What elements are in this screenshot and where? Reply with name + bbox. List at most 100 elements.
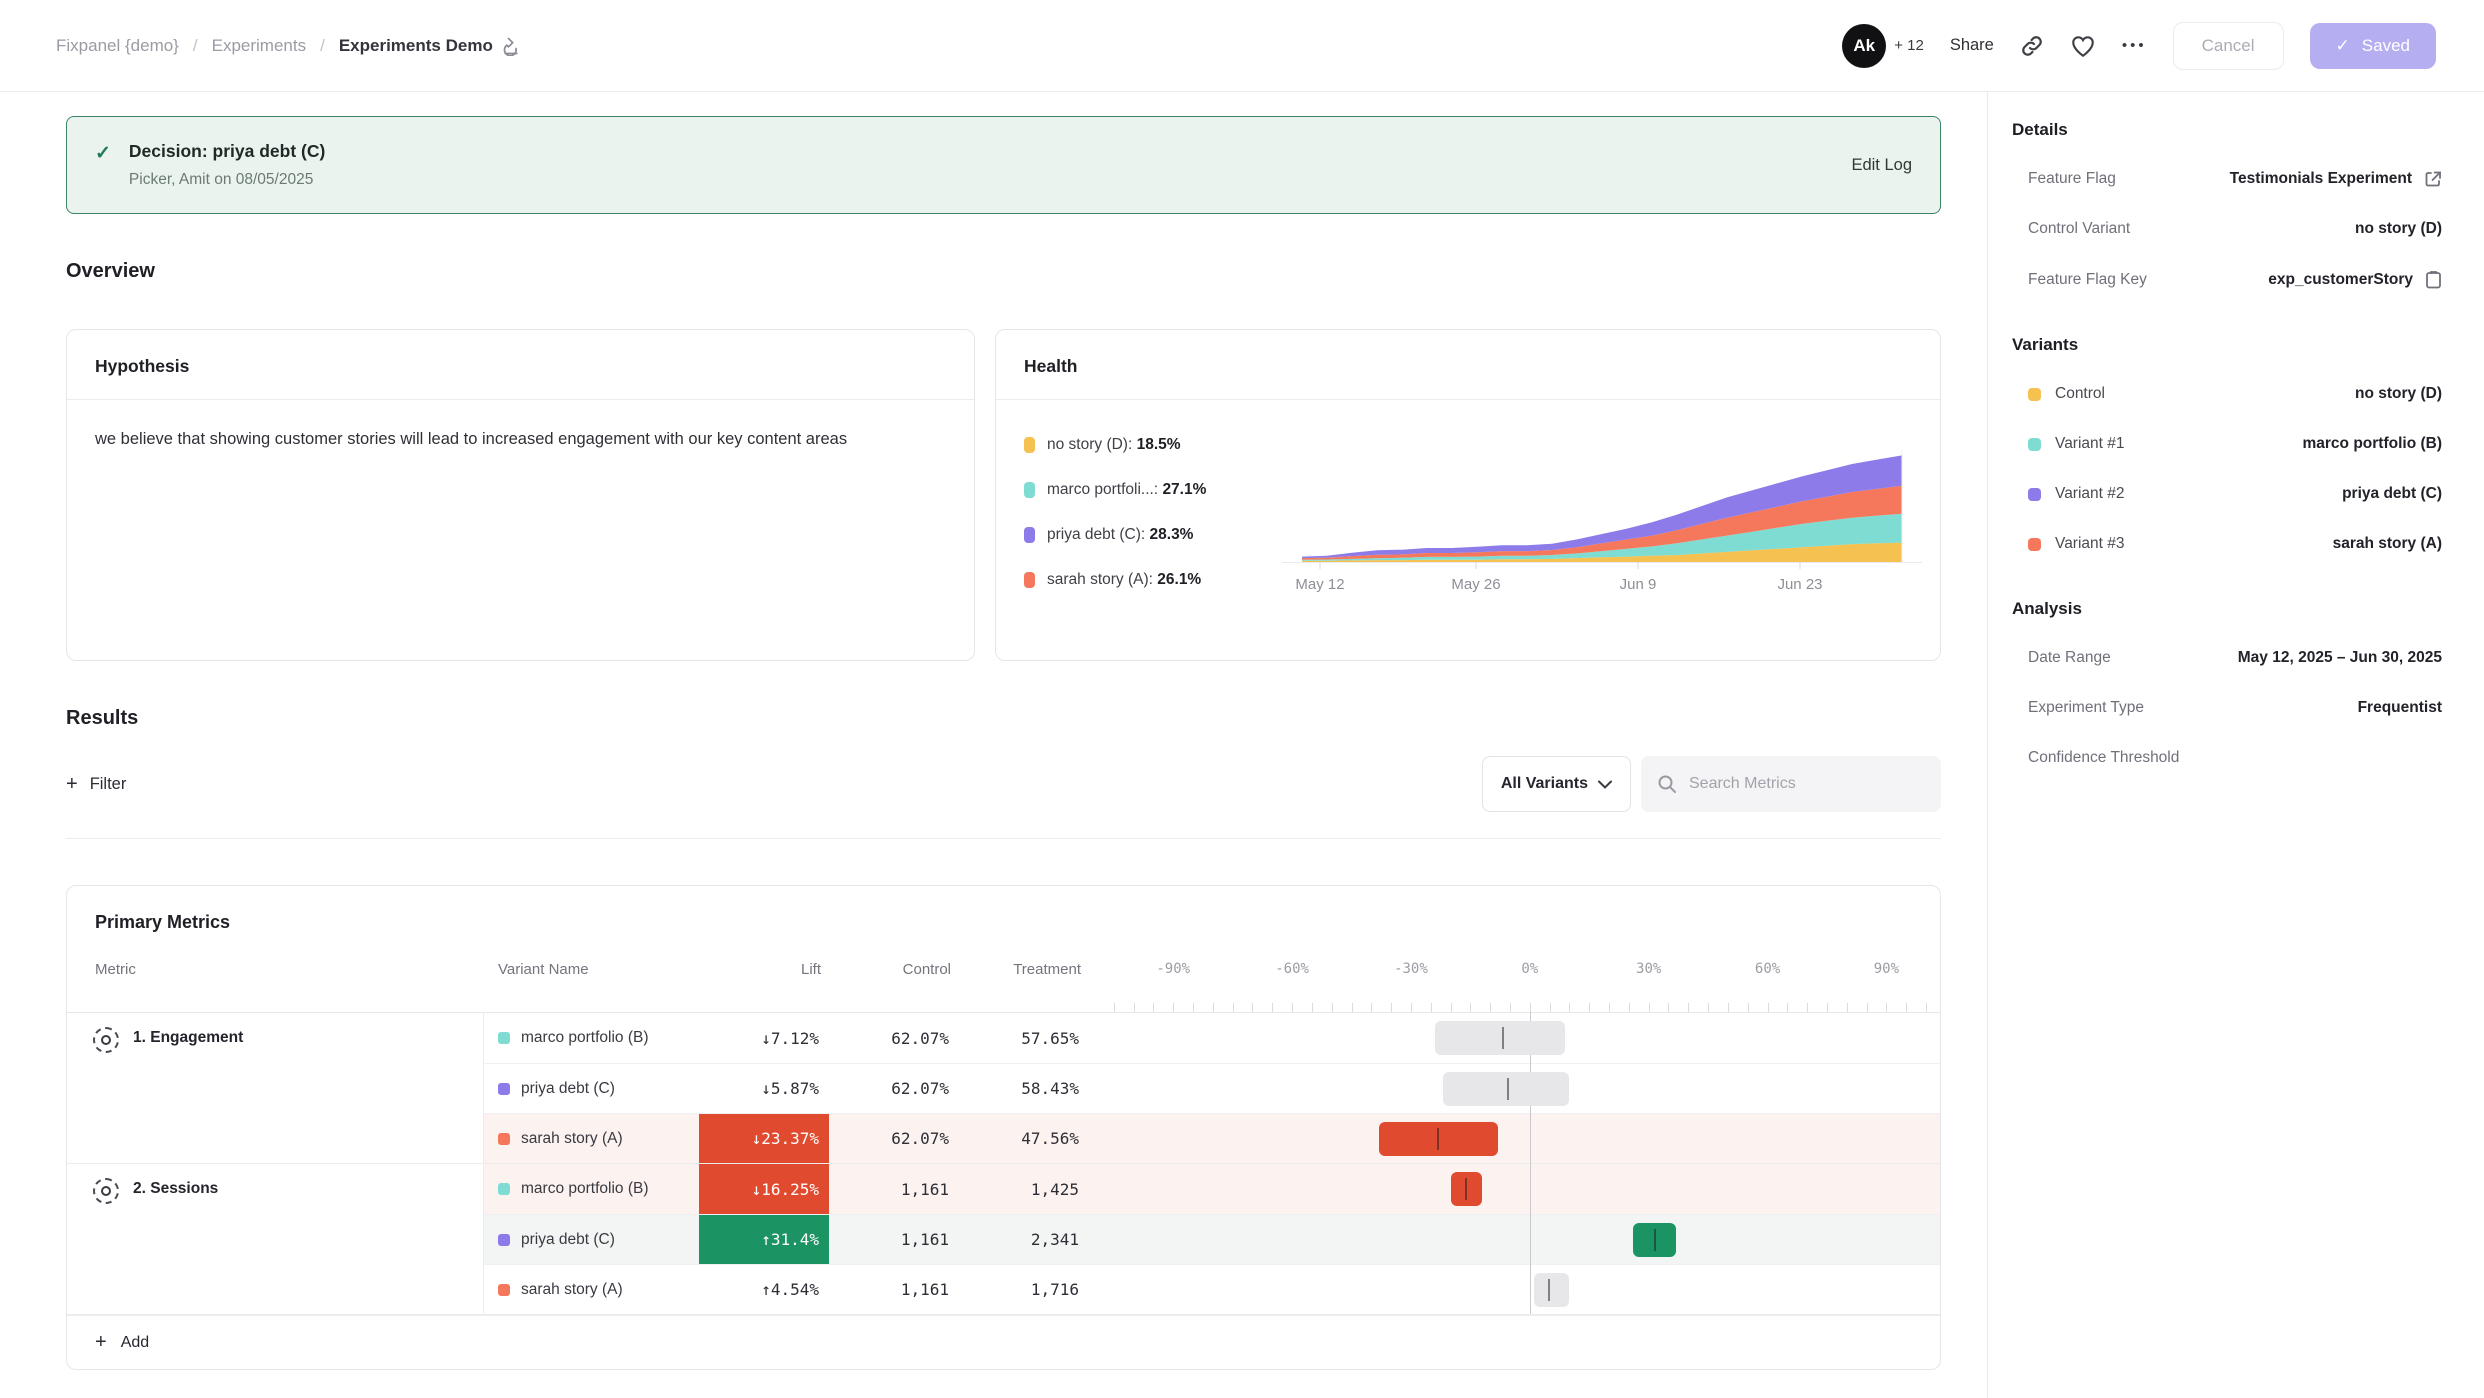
legend-item: priya debt (C): 28.3% [1024, 526, 1282, 544]
variant-swatch [498, 1234, 510, 1246]
metric-cell[interactable]: 2. Sessions [67, 1164, 484, 1314]
metric-name: 1. Engagement [133, 1029, 243, 1047]
results-divider [66, 838, 1941, 839]
legend-item: marco portfoli...: 27.1% [1024, 481, 1282, 499]
page-title-text: Experiments Demo [339, 36, 493, 56]
health-card-header: Health [996, 330, 1940, 400]
axis-tick-label: -30% [1394, 961, 1428, 977]
variant-swatch [498, 1083, 510, 1095]
metric-group-engagement: 1. Engagement marco portfolio (B) ↓7.12%… [67, 1013, 1940, 1164]
axis-tick-strip [1089, 1000, 1940, 1012]
detail-row-feature-flag-key: Feature Flag Key exp_customerStory [2028, 270, 2442, 289]
table-row[interactable]: marco portfolio (B) ↓7.12% 62.07% 57.65% [484, 1013, 1940, 1063]
share-button[interactable]: Share [1950, 36, 1994, 55]
clipboard-copy-icon[interactable] [2425, 270, 2442, 289]
decision-text: Decision: priya debt (C) Picker, Amit on… [129, 141, 1852, 189]
analysis-label: Experiment Type [2028, 699, 2144, 717]
variant-cell: marco portfolio (B) [484, 1164, 699, 1214]
confidence-interval-cell [1089, 1013, 1940, 1063]
detail-row-control-variant: Control Variant no story (D) [2028, 220, 2442, 238]
table-row[interactable]: priya debt (C) ↓5.87% 62.07% 58.43% [484, 1063, 1940, 1113]
collaborators[interactable]: Ak + 12 [1842, 24, 1924, 68]
add-label: Add [121, 1334, 149, 1352]
confidence-interval-cell [1089, 1164, 1940, 1214]
table-row[interactable]: priya debt (C) ↑31.4% 1,161 2,341 [484, 1214, 1940, 1264]
decision-title: Decision: priya debt (C) [129, 141, 1852, 162]
add-filter-button[interactable]: + Filter [66, 773, 126, 796]
external-link-icon[interactable] [2424, 170, 2442, 188]
search-icon [1657, 774, 1677, 794]
results-toolbar: + Filter All Variants [66, 756, 1941, 812]
edit-log-button[interactable]: Edit Log [1851, 156, 1912, 175]
analysis-value: May 12, 2025 – Jun 30, 2025 [2238, 649, 2442, 667]
legend-swatch [1024, 437, 1035, 453]
legend-item: no story (D): 18.5% [1024, 436, 1282, 454]
copy-link-icon[interactable] [2020, 34, 2044, 58]
saved-button[interactable]: ✓ Saved [2310, 23, 2436, 69]
confidence-interval-cell [1089, 1215, 1940, 1264]
table-row[interactable]: sarah story (A) ↑4.54% 1,161 1,716 [484, 1264, 1940, 1314]
control-cell: 62.07% [829, 1114, 959, 1163]
svg-text:May 12: May 12 [1295, 576, 1344, 593]
axis-tick-label: 30% [1636, 961, 1661, 977]
results-heading: Results [66, 707, 1941, 730]
lift-cell: ↓23.37% [699, 1114, 829, 1163]
variant-swatch [2028, 538, 2041, 551]
variant-label: Variant #3 [2028, 535, 2125, 553]
analysis-row-confidence-threshold: Confidence Threshold [2028, 749, 2442, 767]
col-header-treatment: Treatment [959, 955, 1089, 1012]
avatar[interactable]: Ak [1842, 24, 1886, 68]
lift-cell: ↓5.87% [699, 1064, 829, 1113]
search-metrics-box[interactable] [1641, 756, 1941, 812]
top-bar: Fixpanel {demo} / Experiments / Experime… [0, 0, 2484, 92]
svg-text:Jun 9: Jun 9 [1620, 576, 1657, 593]
confidence-interval-bar [1435, 1021, 1566, 1055]
detail-label: Feature Flag Key [2028, 271, 2147, 289]
variant-cell: sarah story (A) [484, 1114, 699, 1163]
treatment-cell: 2,341 [959, 1215, 1089, 1264]
variant-label: Control [2028, 385, 2105, 403]
variants-dropdown[interactable]: All Variants [1482, 756, 1631, 812]
metric-name: 2. Sessions [133, 1180, 218, 1198]
favorite-heart-icon[interactable] [2070, 34, 2096, 58]
breadcrumb-project[interactable]: Fixpanel {demo} [56, 36, 179, 56]
variant-cell: priya debt (C) [484, 1064, 699, 1113]
hypothesis-title: Hypothesis [95, 356, 189, 376]
table-row[interactable]: marco portfolio (B) ↓16.25% 1,161 1,425 [484, 1164, 1940, 1214]
plus-icon: + [95, 1331, 107, 1354]
variant-cell: marco portfolio (B) [484, 1013, 699, 1063]
axis-tick-label: 0% [1521, 961, 1538, 977]
check-icon: ✓ [2336, 36, 2350, 56]
metric-cell[interactable]: 1. Engagement [67, 1013, 484, 1163]
detail-row-feature-flag: Feature Flag Testimonials Experiment [2028, 170, 2442, 188]
variant-swatch [498, 1133, 510, 1145]
lift-marker [1507, 1078, 1509, 1100]
metric-group-sessions: 2. Sessions marco portfolio (B) ↓16.25% … [67, 1164, 1940, 1315]
add-metric-button[interactable]: + Add [67, 1315, 1940, 1369]
metric-target-icon [93, 1027, 119, 1053]
hypothesis-body: we believe that showing customer stories… [67, 400, 883, 480]
variant-swatch [2028, 438, 2041, 451]
detail-label: Feature Flag [2028, 170, 2116, 188]
search-metrics-input[interactable] [1689, 775, 1925, 793]
lift-cell: ↑31.4% [699, 1215, 829, 1264]
health-title: Health [1024, 356, 1077, 376]
control-cell: 1,161 [829, 1265, 959, 1314]
control-cell: 62.07% [829, 1013, 959, 1063]
lift-marker [1437, 1128, 1439, 1150]
confidence-interval-cell [1089, 1114, 1940, 1163]
breadcrumb-experiments[interactable]: Experiments [212, 36, 306, 56]
health-legend: no story (D): 18.5% marco portfoli...: 2… [1024, 436, 1282, 594]
col-header-metric: Metric [67, 955, 484, 1012]
cancel-button[interactable]: Cancel [2173, 22, 2284, 70]
control-cell: 1,161 [829, 1215, 959, 1264]
axis-tick-label: 90% [1874, 961, 1899, 977]
variant-value: sarah story (A) [2333, 535, 2442, 553]
more-menu-button[interactable]: ••• [2122, 37, 2147, 54]
lift-marker [1654, 1229, 1656, 1251]
lift-marker [1465, 1178, 1467, 1200]
table-row[interactable]: sarah story (A) ↓23.37% 62.07% 47.56% [484, 1113, 1940, 1163]
detail-value: Testimonials Experiment [2230, 170, 2442, 188]
confidence-interval-bar [1534, 1273, 1570, 1307]
treatment-cell: 47.56% [959, 1114, 1089, 1163]
